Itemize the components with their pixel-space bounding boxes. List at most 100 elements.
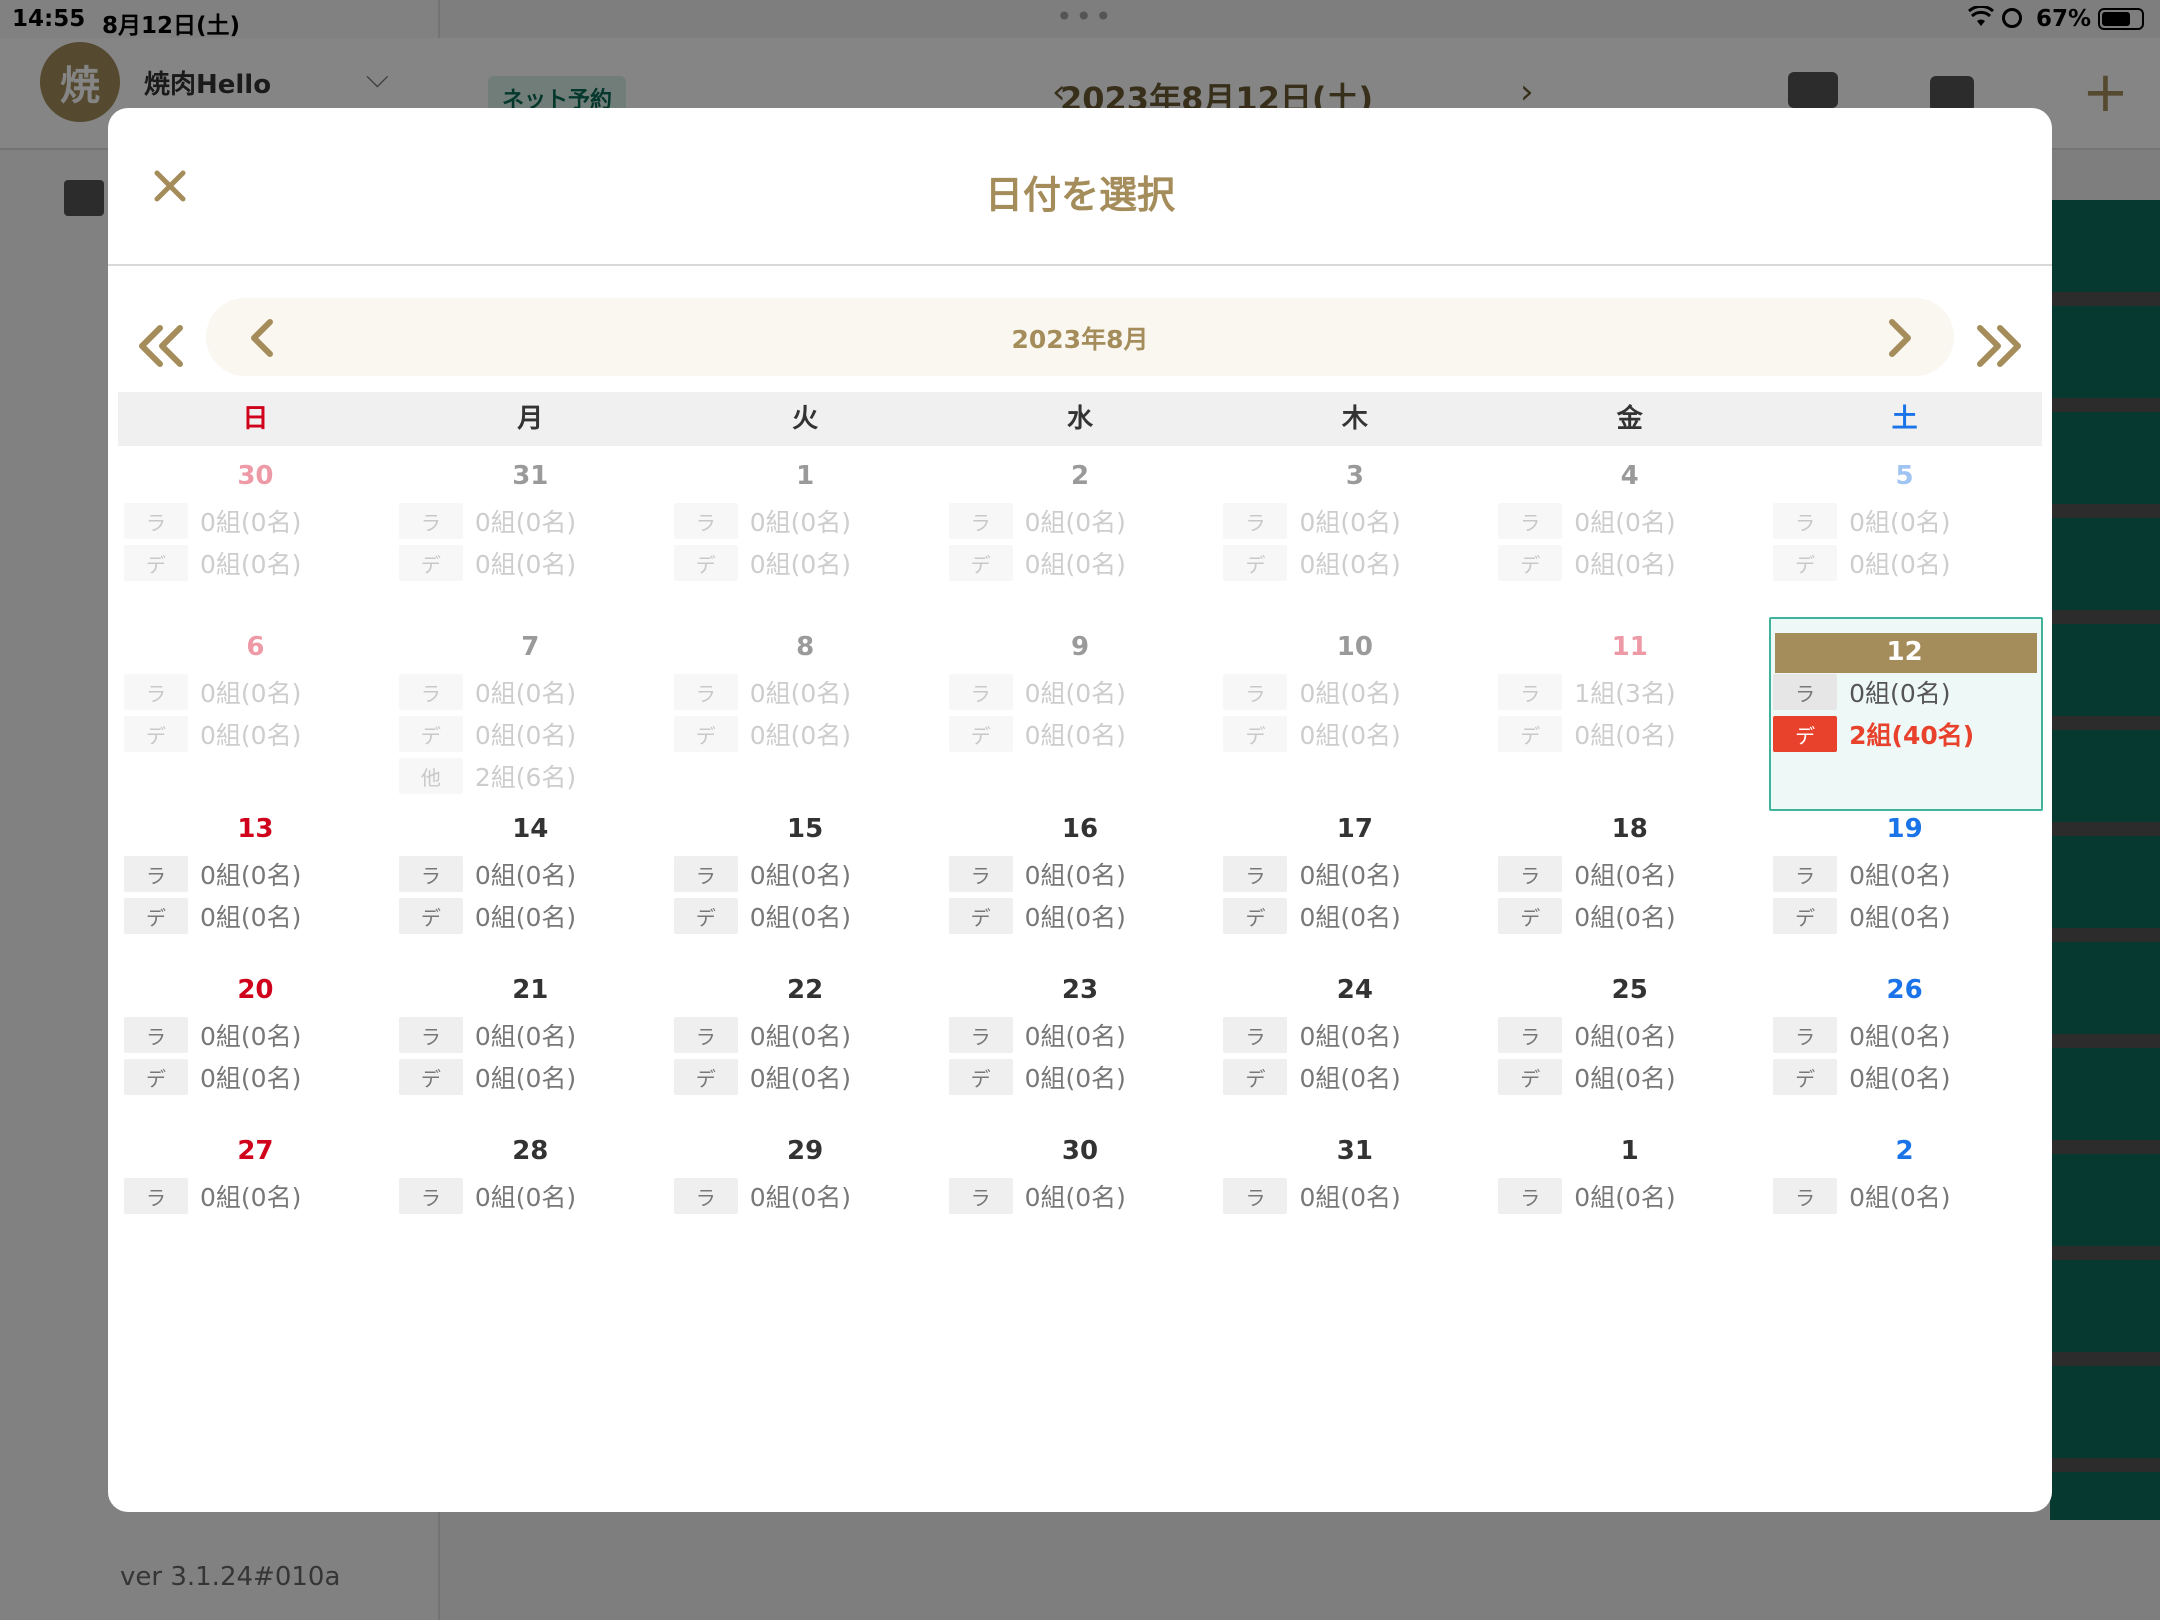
calendar-day[interactable]: 11 ラ 1組(3名) デ 0組(0名) [1492, 617, 1767, 809]
calendar-day-selected[interactable]: 12 ラ 0組(0名) デ 2組(40名) [1767, 617, 2044, 811]
chevron-right-icon[interactable] [1872, 310, 1928, 366]
meal-period-tag: ラ [124, 1178, 188, 1214]
calendar-day[interactable]: 4 ラ 0組(0名) デ 0組(0名) [1492, 456, 1767, 617]
reservation-summary: ラ 0組(0名) デ 2組(40名) [1773, 671, 1974, 755]
reservation-row: デ 0組(0名) [1498, 542, 1676, 584]
multitask-dots-icon[interactable]: ••• [1056, 0, 1115, 33]
day-number: 8 [796, 632, 815, 662]
meal-period-tag: ラ [1773, 1017, 1838, 1053]
calendar-day[interactable]: 21 ラ 0組(0名) デ 0組(0名) [393, 970, 668, 1131]
meal-period-tag: デ [948, 898, 1013, 934]
meal-period-tag: ラ [948, 503, 1013, 539]
day-number: 29 [787, 1136, 824, 1166]
reservation-row: ラ 0組(0名) [1773, 1175, 1950, 1217]
calendar-day[interactable]: 2 ラ 0組(0名) [1767, 1131, 2042, 1221]
day-number: 3 [1345, 461, 1364, 491]
reservation-summary: ラ 0組(0名) [398, 1175, 577, 1217]
reservation-row: ラ 0組(0名) [673, 1014, 851, 1056]
reservation-count: 0組(0名) [1024, 1022, 1126, 1051]
date-picker-modal: 日付を選択 2023年8月 日 月 火 水 木 金 土 30 ラ 0組(0名) デ 0組… [108, 108, 2052, 1512]
reservation-row: デ 0組(0名) [124, 713, 301, 755]
reservation-row: ラ 0組(0名) [1498, 1175, 1676, 1217]
reservation-summary: ラ 0組(0名) デ 0組(0名) 他 2組(6名) [398, 671, 576, 797]
reservation-summary: ラ 0組(0名) デ 0組(0名) [673, 671, 851, 755]
meal-period-tag: デ [1223, 898, 1288, 934]
day-number: 21 [512, 975, 549, 1005]
reservation-count: 0組(0名) [1024, 1064, 1126, 1093]
calendar-day[interactable]: 30 ラ 0組(0名) [943, 1131, 1218, 1221]
reservation-count: 0組(0名) [1024, 721, 1126, 750]
meal-period-tag: ラ [1498, 856, 1563, 892]
meal-period-tag: ラ [124, 856, 188, 892]
reservation-row: デ 0組(0名) [1223, 713, 1401, 755]
calendar-day[interactable]: 29 ラ 0組(0名) [668, 1131, 943, 1221]
reservation-row: デ 0組(0名) [1773, 542, 1950, 584]
calendar-day[interactable]: 14 ラ 0組(0名) デ 0組(0名) [393, 809, 668, 970]
calendar-day[interactable]: 30 ラ 0組(0名) デ 0組(0名) [118, 456, 393, 617]
calendar-day[interactable]: 15 ラ 0組(0名) デ 0組(0名) [668, 809, 943, 970]
calendar-day[interactable]: 19 ラ 0組(0名) デ 0組(0名) [1767, 809, 2042, 970]
reservation-count: 0組(0名) [1024, 903, 1126, 932]
meal-period-tag: デ [673, 545, 738, 581]
calendar-day[interactable]: 1 ラ 0組(0名) デ 0組(0名) [668, 456, 943, 617]
calendar-day[interactable]: 10 ラ 0組(0名) デ 0組(0名) [1217, 617, 1492, 809]
calendar-day[interactable]: 27 ラ 0組(0名) [118, 1131, 393, 1221]
reservation-count: 0組(0名) [1299, 508, 1401, 537]
reservation-count: 0組(0名) [200, 903, 302, 932]
calendar-day[interactable]: 20 ラ 0組(0名) デ 0組(0名) [118, 970, 393, 1131]
day-number: 16 [1061, 814, 1099, 844]
reservation-row: デ 0組(0名) [673, 895, 852, 937]
double-chevron-right-icon[interactable] [1966, 316, 2030, 376]
reservation-row: ラ 0組(0名) [398, 500, 577, 542]
reservation-row: デ 0組(0名) [398, 713, 576, 755]
calendar-day[interactable]: 16 ラ 0組(0名) デ 0組(0名) [943, 809, 1218, 970]
reservation-count: 0組(0名) [1299, 679, 1401, 708]
reservation-summary: ラ 0組(0名) デ 0組(0名) [124, 500, 301, 584]
reservation-count: 0組(0名) [200, 679, 302, 708]
calendar-day[interactable]: 25 ラ 0組(0名) デ 0組(0名) [1492, 970, 1767, 1131]
day-number: 25 [1611, 975, 1648, 1005]
calendar-day[interactable]: 3 ラ 0組(0名) デ 0組(0名) [1217, 456, 1492, 617]
weekday-fri: 金 [1616, 404, 1643, 434]
calendar-day[interactable]: 5 ラ 0組(0名) デ 0組(0名) [1767, 456, 2042, 617]
calendar-day[interactable]: 24 ラ 0組(0名) デ 0組(0名) [1217, 970, 1492, 1131]
reservation-summary: ラ 0組(0名) [1773, 1175, 1950, 1217]
calendar-day[interactable]: 6 ラ 0組(0名) デ 0組(0名) [118, 617, 393, 809]
calendar-day[interactable]: 23 ラ 0組(0名) デ 0組(0名) [943, 970, 1218, 1131]
calendar-day[interactable]: 26 ラ 0組(0名) デ 0組(0名) [1767, 970, 2042, 1131]
meal-period-tag: ラ [124, 503, 188, 539]
calendar-day[interactable]: 2 ラ 0組(0名) デ 0組(0名) [943, 456, 1218, 617]
reservation-count: 0組(0名) [474, 1183, 577, 1212]
day-number: 11 [1611, 632, 1648, 662]
reservation-summary: ラ 0組(0名) デ 0組(0名) [124, 853, 301, 937]
reservation-count: 0組(0名) [1299, 861, 1401, 890]
reservation-count: 0組(0名) [1574, 508, 1676, 537]
calendar-day[interactable]: 31 ラ 0組(0名) [1217, 1131, 1492, 1221]
calendar-day[interactable]: 28 ラ 0組(0名) [393, 1131, 668, 1221]
reservation-row: ラ 0組(0名) [673, 671, 851, 713]
double-chevron-left-icon[interactable] [130, 316, 194, 376]
reservation-count: 0組(0名) [1574, 1064, 1676, 1093]
reservation-row: ラ 0組(0名) [1773, 671, 1974, 713]
calendar-day[interactable]: 13 ラ 0組(0名) デ 0組(0名) [118, 809, 393, 970]
calendar-day[interactable]: 17 ラ 0組(0名) デ 0組(0名) [1217, 809, 1492, 970]
calendar-day[interactable]: 8 ラ 0組(0名) デ 0組(0名) [668, 617, 943, 809]
meal-period-tag: デ [124, 545, 188, 581]
calendar-day[interactable]: 9 ラ 0組(0名) デ 0組(0名) [943, 617, 1218, 809]
calendar-week: 13 ラ 0組(0名) デ 0組(0名) 14 ラ 0組(0名) デ 0組(0名) 15 ラ 0組(0名… [118, 809, 2042, 970]
calendar-day[interactable]: 18 ラ 0組(0名) デ 0組(0名) [1492, 809, 1767, 970]
reservation-summary: ラ 0組(0名) デ 0組(0名) [1498, 853, 1676, 937]
reservation-count: 0組(0名) [749, 903, 852, 932]
reservation-row: ラ 0組(0名) [398, 671, 576, 713]
calendar-day[interactable]: 22 ラ 0組(0名) デ 0組(0名) [668, 970, 943, 1131]
meal-period-tag: デ [1773, 716, 1838, 752]
reservation-count: 0組(0名) [474, 508, 577, 537]
reservation-summary: ラ 0組(0名) [124, 1175, 301, 1217]
reservation-row: ラ 0組(0名) [398, 1014, 576, 1056]
calendar-day[interactable]: 31 ラ 0組(0名) デ 0組(0名) [393, 456, 668, 617]
reservation-row: ラ 0組(0名) [1498, 853, 1676, 895]
meal-period-tag: デ [1498, 1059, 1563, 1095]
reservation-summary: ラ 0組(0名) デ 0組(0名) [398, 1014, 576, 1098]
calendar-day[interactable]: 7 ラ 0組(0名) デ 0組(0名) 他 2組(6名) [393, 617, 668, 809]
calendar-day[interactable]: 1 ラ 0組(0名) [1492, 1131, 1767, 1221]
